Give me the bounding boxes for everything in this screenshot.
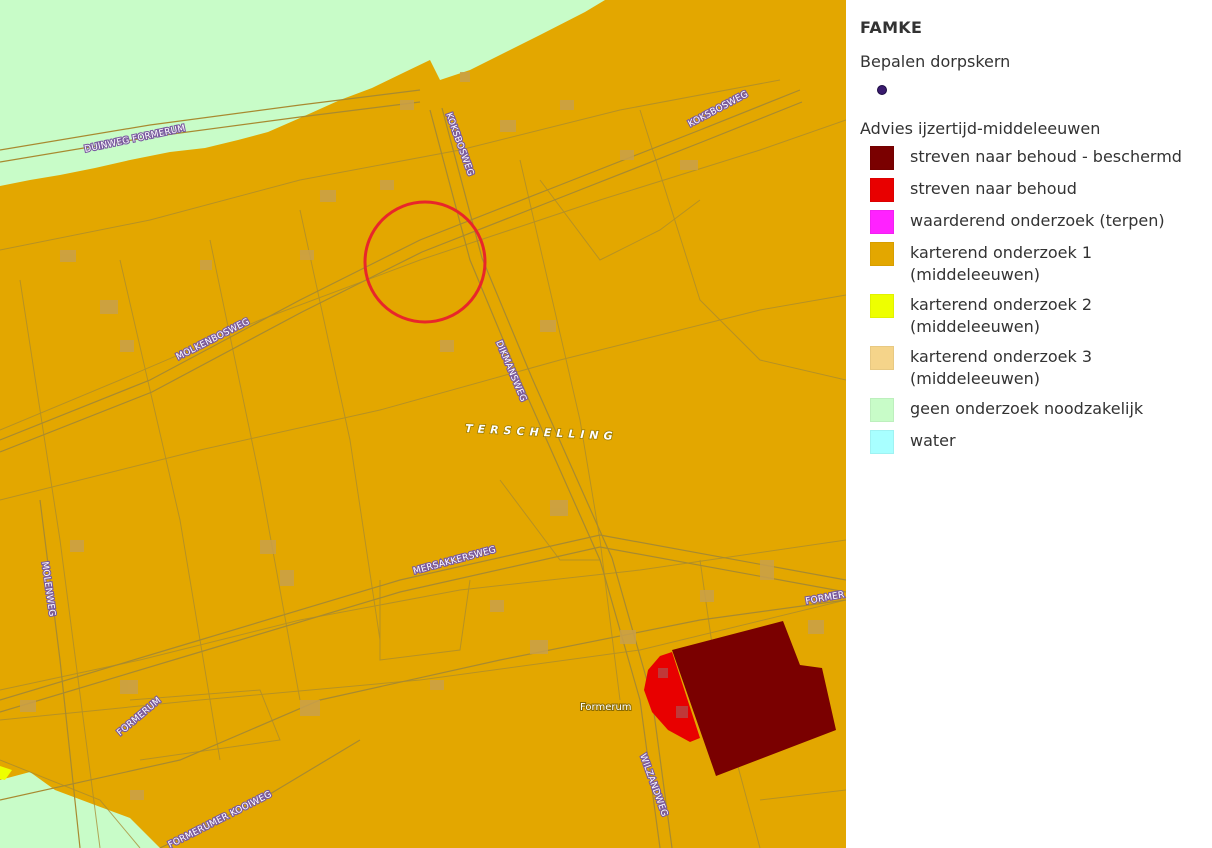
map-view[interactable]: DUINWEG FORMERUM KOKSBOSWEG KOKSBOSWEG M… bbox=[0, 0, 846, 848]
label-wilzandweg: WILZANDWEG bbox=[637, 753, 669, 819]
legend-label: streven naar behoud bbox=[910, 179, 1077, 198]
swatch-geen-onderzoek bbox=[870, 398, 894, 422]
label-dikmansweg: DIKMANSWEG bbox=[493, 339, 528, 403]
legend-label: geen onderzoek noodzakelijk bbox=[910, 399, 1144, 418]
swatch-karterend-1 bbox=[870, 242, 894, 266]
label-formerum-place: Formerum bbox=[580, 702, 632, 713]
swatch-waarderend bbox=[870, 210, 894, 234]
highlight-circle[interactable] bbox=[363, 200, 487, 324]
zone-streven-naar-behoud-beschermd bbox=[672, 621, 836, 776]
layer-title-advies: Advies ijzertijd-middeleeuwen bbox=[860, 119, 1101, 138]
layer-title-dorpskern: Bepalen dorpskern bbox=[860, 52, 1011, 71]
legend-item-dorpskern bbox=[860, 79, 1212, 101]
legend-label: streven naar behoud - beschermd bbox=[910, 147, 1182, 166]
legend-label: karterend onderzoek 3 (middeleeuwen) bbox=[910, 347, 1093, 388]
map-canvas[interactable]: DUINWEG FORMERUM KOKSBOSWEG KOKSBOSWEG M… bbox=[0, 0, 846, 848]
swatch-water bbox=[870, 430, 894, 454]
legend-label: karterend onderzoek 2 (middeleeuwen) bbox=[910, 295, 1093, 336]
label-formerumer-kooiweg: FORMERUMER KOOIWEG bbox=[167, 790, 274, 848]
legend-item-water: water bbox=[860, 430, 1212, 454]
legend-item-karterend-2: karterend onderzoek 2 (middeleeuwen) bbox=[860, 294, 1212, 338]
legend-item-geen-onderzoek: geen onderzoek noodzakelijk bbox=[860, 398, 1212, 422]
legend-panel: FAMKE Bepalen dorpskern Advies ijzertijd… bbox=[846, 0, 1212, 848]
swatch-karterend-3 bbox=[870, 346, 894, 370]
legend-label: water bbox=[910, 431, 956, 450]
swatch-beschermd bbox=[870, 146, 894, 170]
label-koksbosweg-1: KOKSBOSWEG bbox=[443, 112, 475, 178]
legend-label: waarderend onderzoek (terpen) bbox=[910, 211, 1165, 230]
legend-item-beschermd: streven naar behoud - beschermd bbox=[860, 146, 1212, 170]
label-terschelling: TERSCHELLING bbox=[465, 422, 618, 443]
legend-item-karterend-1: karterend onderzoek 1 (middeleeuwen) bbox=[860, 242, 1212, 286]
legend-label: karterend onderzoek 1 (middeleeuwen) bbox=[910, 243, 1093, 284]
label-formerum-road: FORMERUM bbox=[116, 696, 164, 738]
swatch-karterend-2 bbox=[870, 294, 894, 318]
swatch-streven-naar-behoud bbox=[870, 178, 894, 202]
legend-item-waarderend: waarderend onderzoek (terpen) bbox=[860, 210, 1212, 234]
label-molenweg: MOLENWEG bbox=[39, 561, 57, 617]
legend-item-streven-naar-behoud: streven naar behoud bbox=[860, 178, 1212, 202]
dorpskern-dot-icon bbox=[877, 85, 887, 95]
zone-geen-onderzoek-north bbox=[0, 0, 605, 186]
zone-geen-onderzoek-south bbox=[0, 772, 160, 848]
legend-item-karterend-3: karterend onderzoek 3 (middeleeuwen) bbox=[860, 346, 1212, 390]
label-formerum-road-east: FORMER bbox=[805, 590, 846, 607]
legend-title: FAMKE bbox=[860, 18, 923, 37]
label-molkenbosweg: MOLKENBOSWEG bbox=[175, 317, 252, 363]
